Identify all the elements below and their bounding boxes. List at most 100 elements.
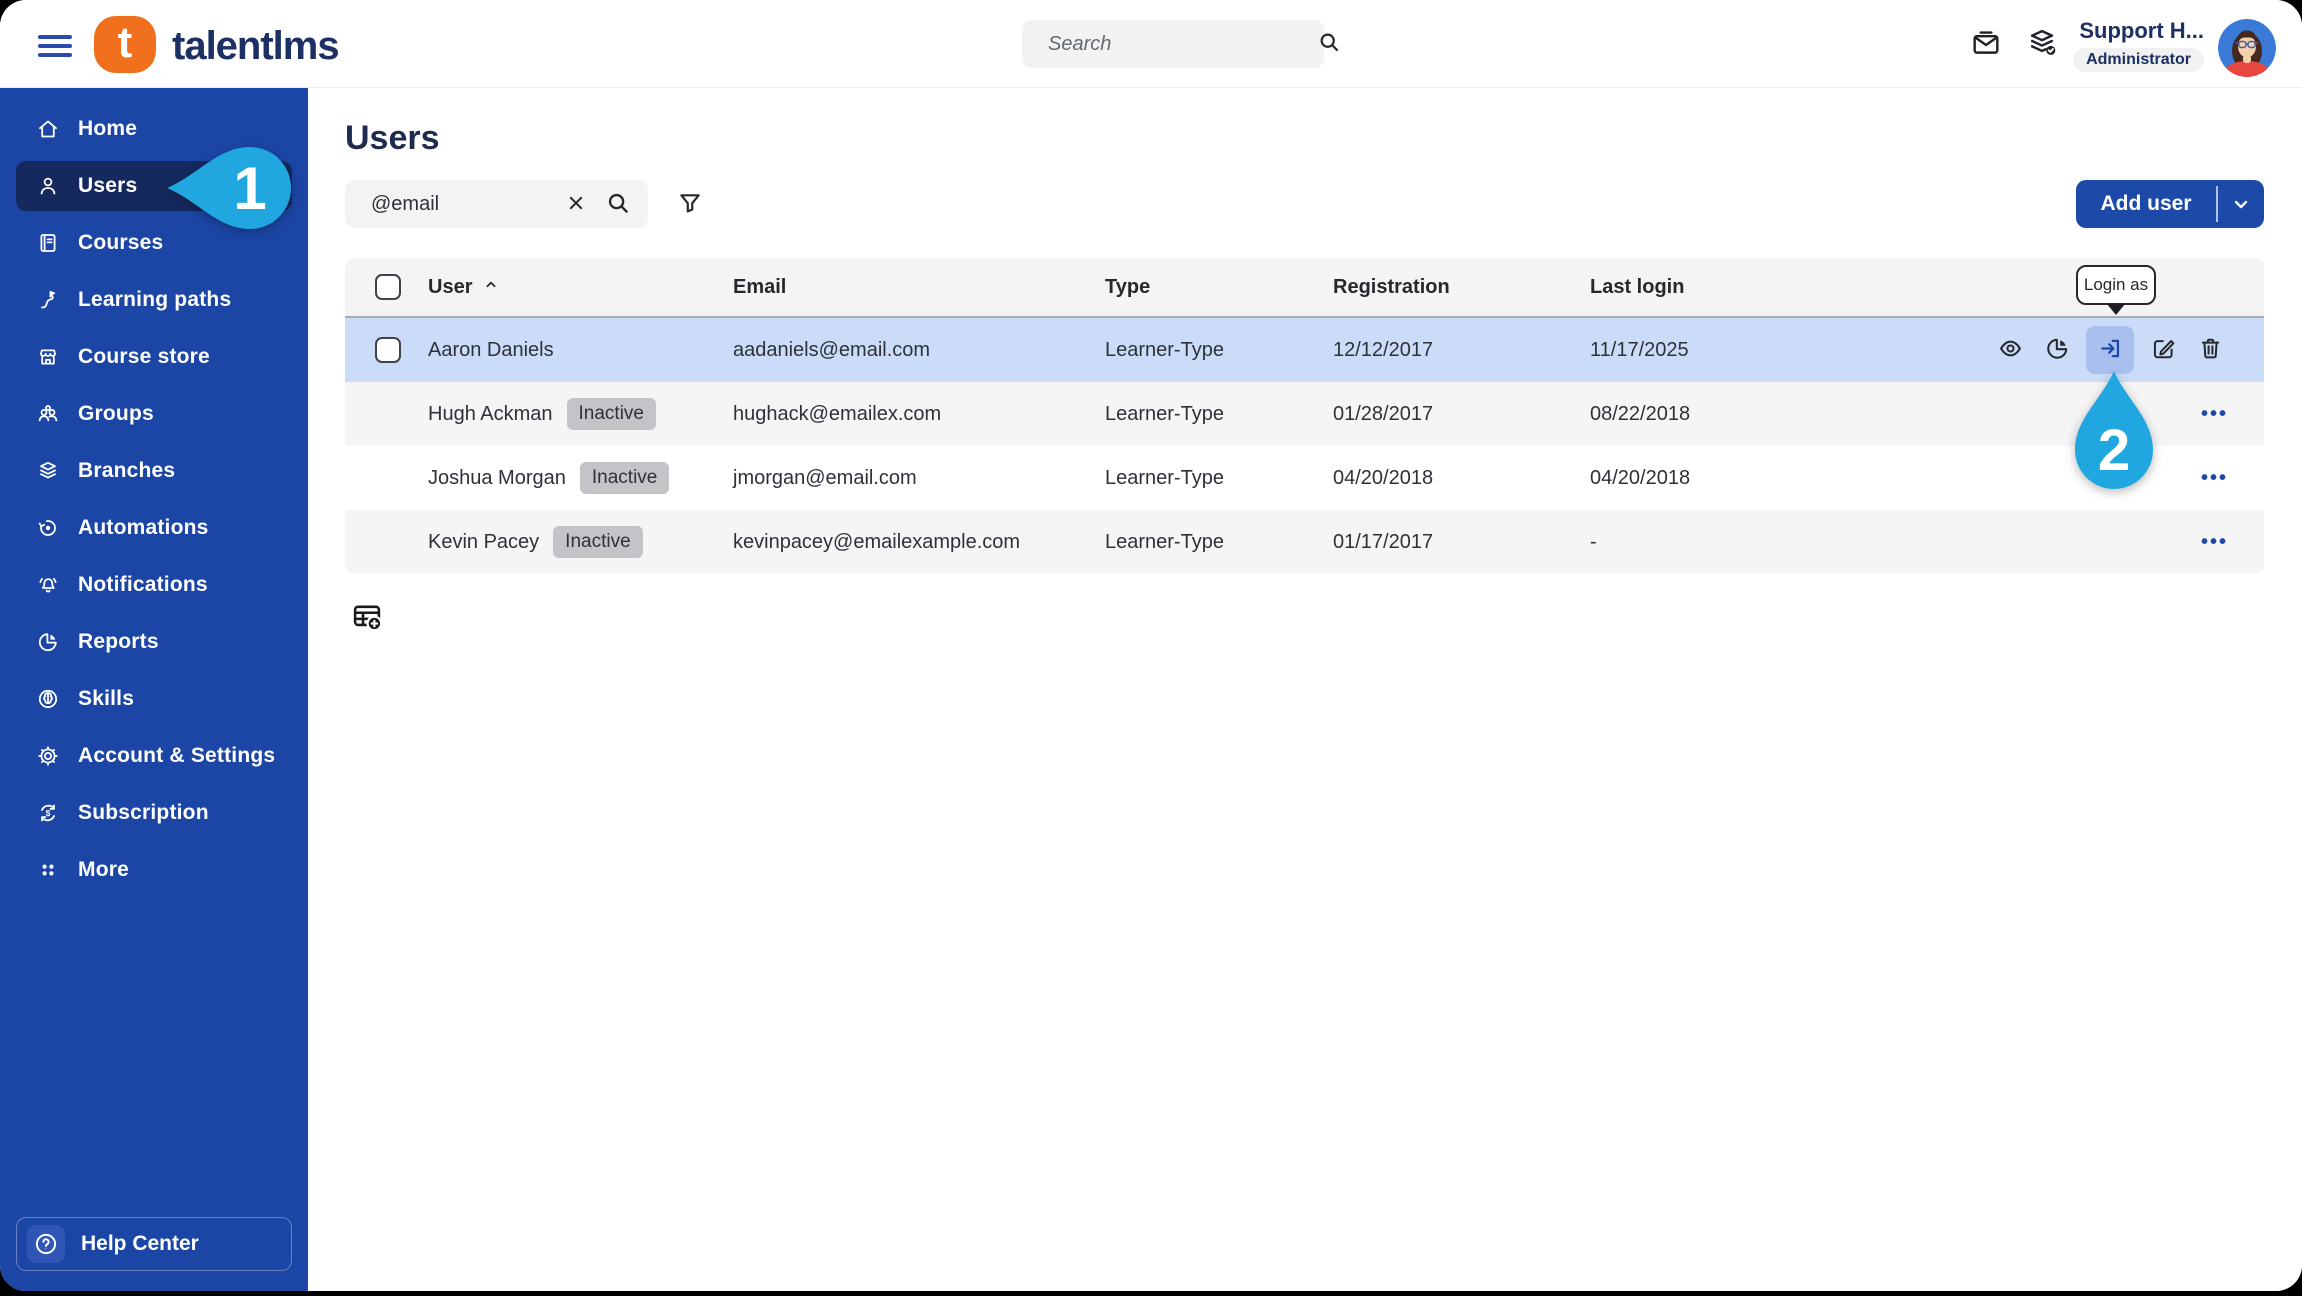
messages-button[interactable] — [1968, 26, 2004, 62]
course-store-icon — [36, 345, 60, 369]
user-reports-button[interactable] — [2039, 332, 2075, 368]
user-type: Learner-Type — [1105, 466, 1224, 489]
login-as-tooltip: Login as — [2076, 265, 2156, 315]
svg-text:$: $ — [46, 808, 51, 818]
column-header-registration[interactable]: Registration — [1333, 276, 1590, 299]
sidebar-item-subscription[interactable]: $ Subscription — [16, 788, 292, 838]
eye-icon — [1997, 335, 2024, 365]
registration-date: 01/28/2017 — [1333, 402, 1434, 425]
branches-icon — [36, 459, 60, 483]
learning-paths-icon — [36, 288, 60, 312]
page-title: Users — [345, 119, 440, 157]
notifications-icon — [36, 573, 60, 597]
user-role-badge: Administrator — [2073, 48, 2204, 72]
brand-logo-icon[interactable]: t — [94, 16, 156, 73]
clear-search-button[interactable] — [564, 191, 588, 218]
tooltip-arrow — [2107, 304, 2125, 315]
users-search-input[interactable] — [371, 192, 548, 216]
table-row[interactable]: Hugh Ackman Inactive hughack@emailex.com… — [345, 382, 2264, 446]
main-content: Users @email Add user User Email Type Re… — [308, 88, 2302, 1291]
preview-user-button[interactable] — [1992, 332, 2028, 368]
brand-logo-text: talentlms — [172, 24, 340, 68]
home-icon — [36, 117, 60, 141]
sidebar-item-learning-paths[interactable]: Learning paths — [16, 275, 292, 325]
sidebar-item-notifications[interactable]: Notifications — [16, 560, 292, 610]
course-catalog-button[interactable] — [2024, 26, 2060, 62]
sidebar-item-more[interactable]: More — [16, 845, 292, 895]
reports-icon — [36, 630, 60, 654]
delete-user-button[interactable] — [2192, 332, 2228, 368]
user-type: Learner-Type — [1105, 402, 1224, 425]
status-badge: Inactive — [566, 398, 656, 430]
course-stack-icon — [2025, 26, 2059, 63]
user-name: Hugh Ackman — [428, 402, 553, 425]
select-all-checkbox[interactable] — [375, 274, 401, 300]
sidebar-item-course-store[interactable]: Course store — [16, 332, 292, 382]
skills-icon — [36, 687, 60, 711]
column-header-type[interactable]: Type — [1105, 276, 1333, 299]
submit-search-button[interactable] — [604, 189, 632, 220]
avatar[interactable] — [2218, 19, 2276, 77]
settings-icon — [36, 744, 60, 768]
user-name: Aaron Daniels — [428, 338, 554, 361]
step-2-marker: 2 — [2075, 371, 2153, 489]
sidebar-item-reports[interactable]: Reports — [16, 617, 292, 667]
column-header-user[interactable]: User — [428, 275, 733, 299]
status-badge: Inactive — [553, 526, 643, 558]
add-user-button[interactable]: Add user — [2076, 180, 2264, 228]
trash-icon — [2197, 335, 2224, 365]
global-search[interactable] — [1022, 20, 1339, 68]
table-add-icon — [350, 600, 384, 637]
table-body: Aaron Daniels aadaniels@email.com Learne… — [345, 318, 2264, 574]
question-mark-icon — [27, 1225, 65, 1263]
sidebar-item-groups[interactable]: Groups — [16, 389, 292, 439]
courses-icon — [36, 231, 60, 255]
users-search[interactable] — [345, 180, 648, 228]
edit-icon — [2150, 335, 2177, 365]
search-icon — [1316, 29, 1342, 60]
help-center-button[interactable]: Help Center — [16, 1217, 292, 1271]
help-center-label: Help Center — [81, 1232, 199, 1255]
global-search-input[interactable] — [1048, 32, 1316, 56]
table-row[interactable]: Aaron Daniels aadaniels@email.com Learne… — [345, 318, 2264, 382]
registration-date: 04/20/2018 — [1333, 466, 1434, 489]
table-row[interactable]: Joshua Morgan Inactive jmorgan@email.com… — [345, 446, 2264, 510]
user-email: hughack@emailex.com — [733, 402, 942, 425]
user-email: jmorgan@email.com — [733, 466, 917, 489]
more-actions-button[interactable]: ••• — [2201, 404, 2228, 424]
user-email: kevinpacey@emailexample.com — [733, 530, 1021, 553]
user-name: Joshua Morgan — [428, 466, 566, 489]
sidebar-item-branches[interactable]: Branches — [16, 446, 292, 496]
customize-table-button[interactable] — [350, 600, 384, 637]
more-actions-button[interactable]: ••• — [2201, 532, 2228, 552]
automations-icon — [36, 516, 60, 540]
step-1-marker: 1 — [167, 147, 292, 229]
row-checkbox[interactable] — [375, 337, 401, 363]
users-icon — [36, 174, 60, 198]
user-email: aadaniels@email.com — [733, 338, 931, 361]
close-icon — [564, 191, 588, 218]
menu-button[interactable] — [38, 35, 72, 57]
sidebar-item-automations[interactable]: Automations — [16, 503, 292, 553]
user-type: Learner-Type — [1105, 338, 1224, 361]
registration-date: 01/17/2017 — [1333, 530, 1434, 553]
user-name: Kevin Pacey — [428, 530, 540, 553]
table-row[interactable]: Kevin Pacey Inactive kevinpacey@emailexa… — [345, 510, 2264, 574]
edit-user-button[interactable] — [2145, 332, 2181, 368]
registration-date: 12/12/2017 — [1333, 338, 1434, 361]
status-badge: Inactive — [579, 462, 670, 494]
sidebar-item-skills[interactable]: Skills — [16, 674, 292, 724]
last-login-date: 08/22/2018 — [1590, 402, 1691, 425]
svg-text:1: 1 — [233, 155, 266, 222]
filter-button[interactable] — [676, 189, 704, 220]
groups-icon — [36, 402, 60, 426]
user-name: Support H... — [2079, 18, 2204, 43]
message-icon — [1969, 26, 2003, 63]
pie-chart-icon — [2044, 335, 2071, 365]
chevron-down-icon[interactable] — [2218, 180, 2264, 228]
sidebar-item-account-settings[interactable]: Account & Settings — [16, 731, 292, 781]
column-header-last-login[interactable]: Last login — [1590, 276, 1920, 299]
login-as-button[interactable] — [2086, 326, 2134, 374]
column-header-email[interactable]: Email — [733, 276, 1105, 299]
more-actions-button[interactable]: ••• — [2201, 468, 2228, 488]
